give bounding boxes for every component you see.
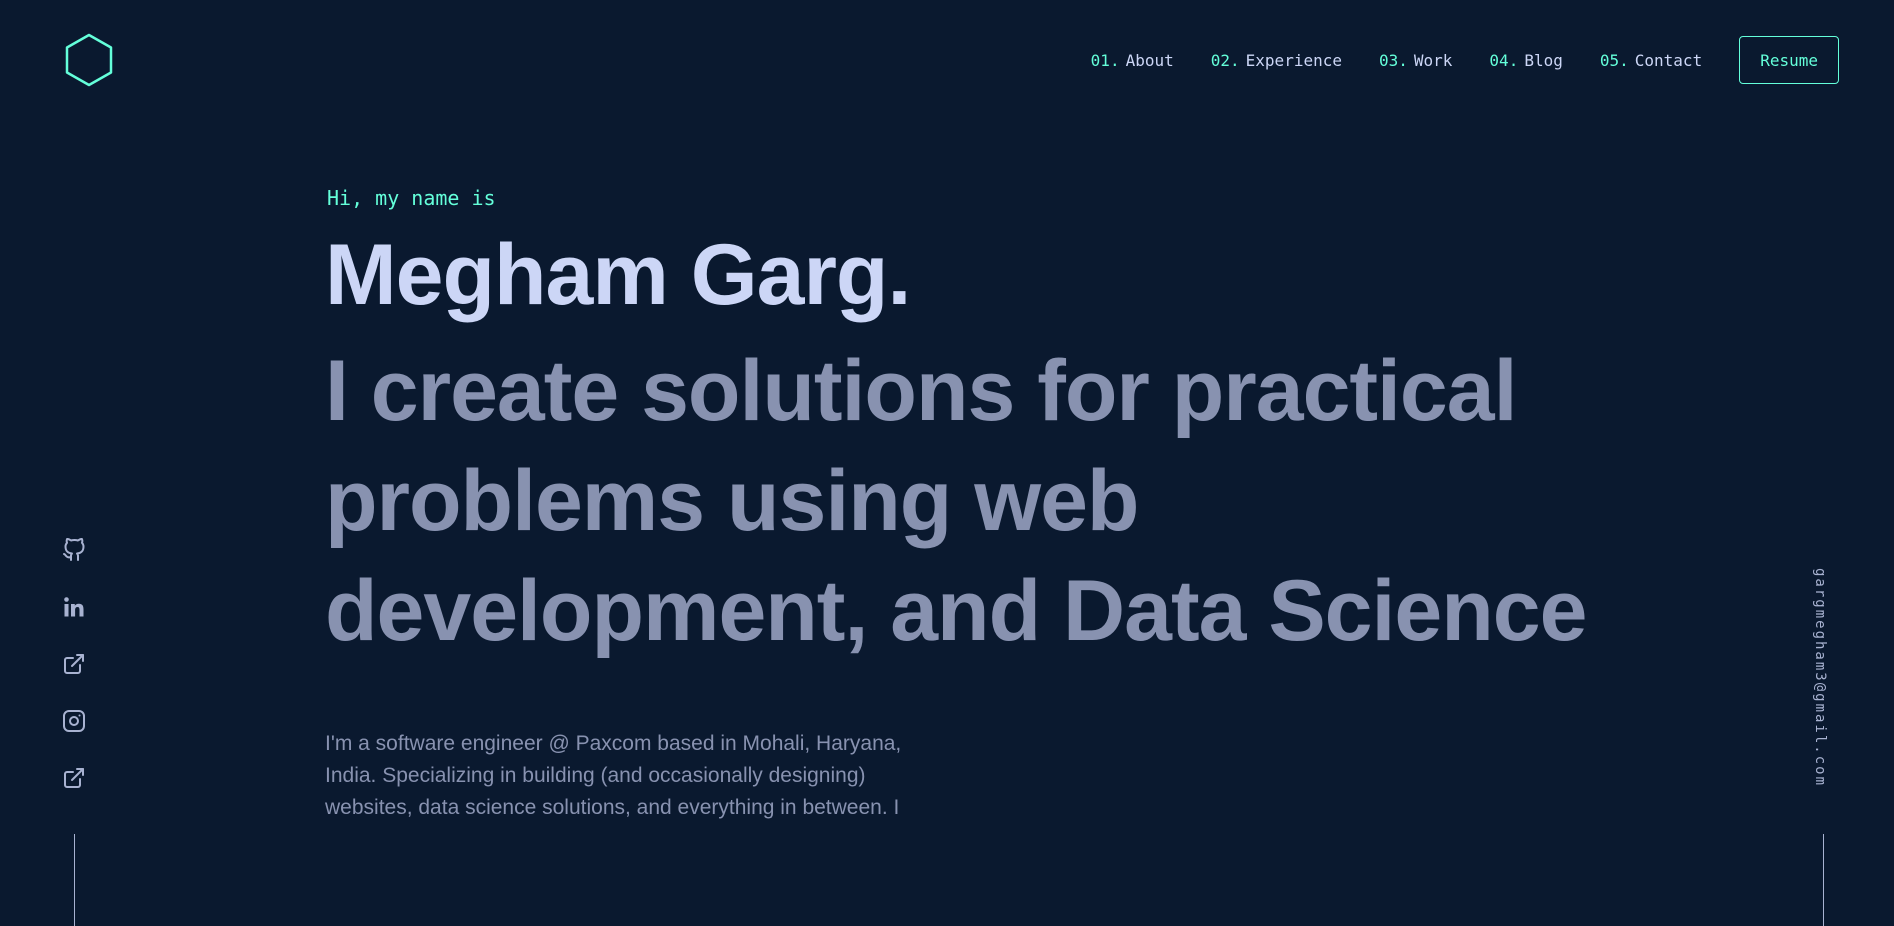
external-link-icon[interactable] — [60, 650, 88, 678]
nav-link-experience[interactable]: 02. Experience — [1211, 51, 1342, 70]
nav-link-about[interactable]: 01. About — [1091, 51, 1174, 70]
email-link[interactable]: gargmegham3@gmail.com — [1812, 568, 1828, 787]
hero-tagline: I create solutions for practical problem… — [325, 343, 1587, 659]
right-vertical-divider — [1823, 834, 1824, 926]
logo-hexagon-icon[interactable] — [64, 33, 114, 87]
left-vertical-divider — [74, 834, 75, 926]
github-icon[interactable] — [60, 536, 88, 564]
hero-bio: I'm a software engineer @ Paxcom based i… — [325, 732, 902, 819]
main-nav: 01. About 02. Experience 03. Work 04. Blog 0… — [1091, 36, 1839, 84]
social-links — [60, 536, 88, 821]
linkedin-icon[interactable] — [60, 593, 88, 621]
nav-link-work[interactable]: 03. Work — [1379, 51, 1452, 70]
external-link-icon[interactable] — [60, 764, 88, 792]
hero-greeting: Hi, my name is — [327, 186, 496, 210]
resume-button[interactable]: Resume — [1739, 36, 1839, 84]
hero-section: Hi, my name is Megham Garg. I create sol… — [325, 180, 1595, 824]
nav-link-contact[interactable]: 05. Contact — [1600, 51, 1702, 70]
nav-link-blog[interactable]: 04. Blog — [1489, 51, 1562, 70]
instagram-icon[interactable] — [60, 707, 88, 735]
hero-name: Megham Garg. — [325, 227, 911, 323]
